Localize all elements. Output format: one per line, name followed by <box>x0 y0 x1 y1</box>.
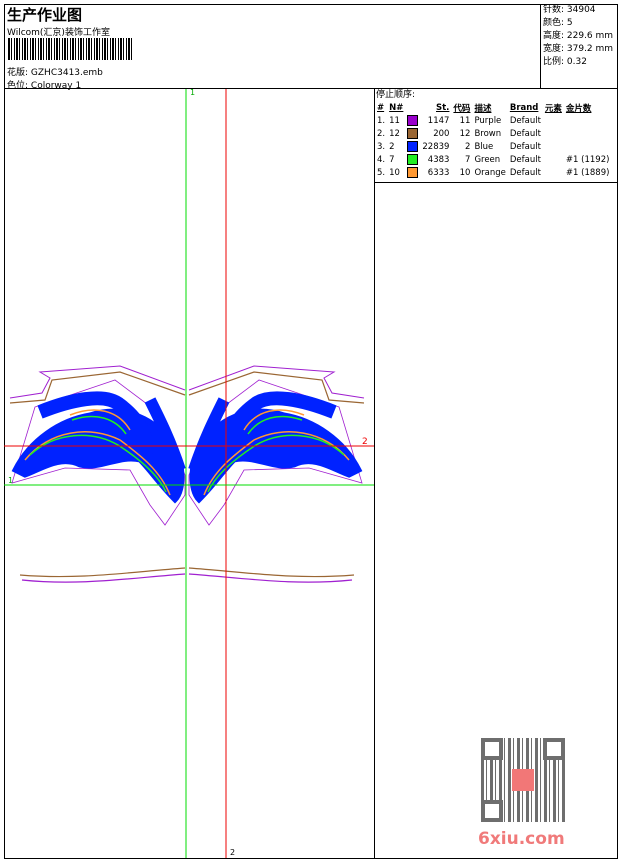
cell-brand: Default <box>509 154 541 165</box>
page-title: 生产作业图 <box>7 6 83 24</box>
col-needle: N# <box>389 102 404 113</box>
cell-seq <box>564 140 612 153</box>
guide-label-h1: 1 <box>8 476 13 485</box>
guide-label-v1: 1 <box>190 89 195 97</box>
cell-code: 7 <box>465 154 471 165</box>
design-info: 针数: 34904 颜色: 5 高度: 229.6 mm 宽度: 379.2 m… <box>540 4 618 89</box>
cell-st: 200 <box>433 128 450 139</box>
embroidery-half <box>9 365 186 583</box>
design-file: 花版: GZHC3413.emb <box>7 65 103 78</box>
design-label: 花版: <box>7 68 29 78</box>
design-file-value: GZHC3413.emb <box>30 68 103 78</box>
cell-n: 10 <box>389 167 400 178</box>
cell-idx: 2. <box>377 128 386 139</box>
cell-idx: 5. <box>377 167 386 178</box>
swatch-cell <box>405 153 420 166</box>
color-swatch <box>407 115 419 126</box>
embroidery-drawing: 1 2 2 1 <box>4 88 374 858</box>
cell-n: 11 <box>389 115 400 126</box>
color-count: 颜色: 5 <box>543 18 573 28</box>
swatch-cell <box>405 127 420 140</box>
cell-code: 10 <box>459 167 471 178</box>
cell-st: 6333 <box>427 167 450 178</box>
cell-n: 12 <box>389 128 400 139</box>
swatch-cell <box>405 166 420 179</box>
color-swatch <box>407 167 419 178</box>
seal-stamp <box>512 769 534 791</box>
cell-desc: Purple <box>474 115 502 126</box>
color-swatch <box>407 154 419 165</box>
design-scale: 比例: 0.32 <box>543 57 587 67</box>
design-width: 宽度: 379.2 mm <box>543 44 614 54</box>
cell-idx: 3. <box>377 141 386 152</box>
cell-seq <box>564 114 612 127</box>
color-swatch <box>407 141 419 152</box>
cell-n: 2 <box>389 141 395 152</box>
guide-label-h2: 2 <box>362 437 368 447</box>
col-code: 代码 <box>453 103 471 114</box>
col-sequins: 金片数 <box>565 103 592 114</box>
header: 生产作业图 Wilcom(汇京)装饰工作室 花版: GZHC3413.emb 色… <box>4 4 540 91</box>
col-index: # <box>377 102 385 113</box>
cell-elem <box>543 127 564 140</box>
stop-sequence-row: 3. 2 22839 2 Blue Default <box>375 140 611 153</box>
cell-desc: Orange <box>474 167 506 178</box>
cell-code: 12 <box>459 128 471 139</box>
cell-brand: Default <box>509 128 541 139</box>
cell-seq <box>564 127 612 140</box>
cell-st: 22839 <box>422 141 450 152</box>
cell-seq: #1 (1889) <box>565 167 610 178</box>
stitch-count: 针数: 34904 <box>543 5 596 15</box>
cell-n: 7 <box>389 154 395 165</box>
cell-desc: Brown <box>474 128 502 139</box>
design-height: 高度: 229.6 mm <box>543 31 614 41</box>
barcode <box>8 38 133 60</box>
stop-sequence-panel: 停止顺序: # N# St. 代码 描述 Brand 元素 金片数 1. 11 11… <box>375 89 617 183</box>
production-worksheet: 生产作业图 Wilcom(汇京)装饰工作室 花版: GZHC3413.emb 色… <box>0 0 620 860</box>
cell-seq: #1 (1192) <box>565 154 610 165</box>
swatch-cell <box>405 140 420 153</box>
watermark-logo: 6xiu.com <box>478 829 565 849</box>
stop-sequence-row: 2. 12 200 12 Brown Default <box>375 127 611 140</box>
design-preview: 1 2 2 1 <box>4 88 375 858</box>
cell-code: 11 <box>459 115 471 126</box>
stop-sequence-row: 1. 11 1147 11 Purple Default <box>375 114 611 127</box>
cell-brand: Default <box>509 115 541 126</box>
stop-sequence-table: # N# St. 代码 描述 Brand 元素 金片数 1. 11 1147 11 Pu… <box>375 101 611 179</box>
qr-code <box>481 738 565 822</box>
col-description: 描述 <box>474 103 492 114</box>
cell-desc: Green <box>474 154 501 165</box>
col-element: 元素 <box>544 103 562 114</box>
cell-elem <box>543 114 564 127</box>
col-stitches: St. <box>436 102 450 113</box>
color-swatch <box>407 128 419 139</box>
cell-elem <box>543 153 564 166</box>
cell-st: 1147 <box>427 115 450 126</box>
col-brand: Brand <box>509 102 539 113</box>
cell-st: 4383 <box>427 154 450 165</box>
cell-elem <box>543 140 564 153</box>
cell-elem <box>543 166 564 179</box>
cell-code: 2 <box>465 141 471 152</box>
stop-sequence-row: 5. 10 6333 10 Orange Default #1 (1889) <box>375 166 611 179</box>
stop-sequence-row: 4. 7 4383 7 Green Default #1 (1192) <box>375 153 611 166</box>
cell-idx: 4. <box>377 154 386 165</box>
cell-desc: Blue <box>474 141 494 152</box>
cell-idx: 1. <box>377 115 386 126</box>
guide-label-v2: 2 <box>230 848 235 857</box>
company-name: Wilcom(汇京)装饰工作室 <box>7 28 110 38</box>
swatch-cell <box>405 114 420 127</box>
cell-brand: Default <box>509 141 541 152</box>
cell-brand: Default <box>509 167 541 178</box>
stop-sequence-title: 停止顺序: <box>376 90 416 100</box>
